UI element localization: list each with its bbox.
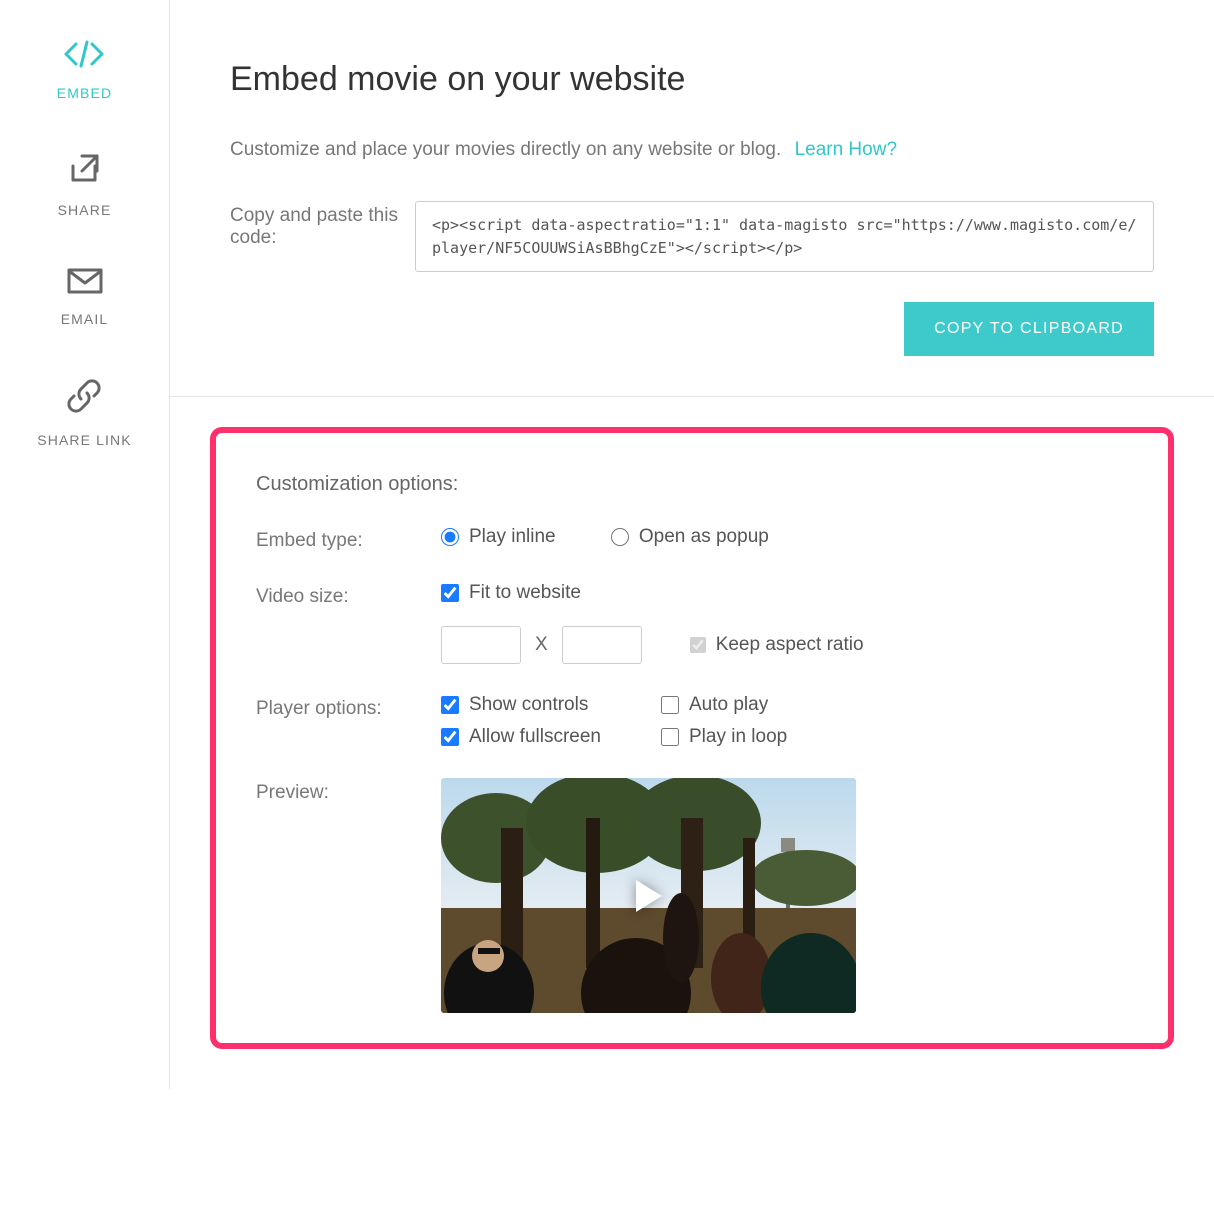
checkbox-show-controls[interactable]: Show controls bbox=[441, 694, 661, 716]
main-content: Embed movie on your website Customize an… bbox=[170, 0, 1214, 1089]
open-popup-radio[interactable] bbox=[611, 528, 629, 546]
sidebar-item-embed[interactable]: EMBED bbox=[57, 40, 112, 101]
embed-icon bbox=[63, 40, 105, 73]
video-preview[interactable] bbox=[441, 778, 856, 1013]
page-subtitle: Customize and place your movies directly… bbox=[230, 139, 1154, 161]
radio-play-inline[interactable]: Play inline bbox=[441, 526, 556, 548]
external-link-icon bbox=[68, 151, 102, 190]
checkbox-fit-to-website[interactable]: Fit to website bbox=[441, 582, 581, 604]
sidebar-item-label: SHARE bbox=[58, 202, 112, 218]
learn-how-link[interactable]: Learn How? bbox=[795, 139, 897, 160]
play-icon[interactable] bbox=[636, 880, 662, 912]
sidebar: EMBED SHARE EMAIL bbox=[0, 0, 170, 1089]
height-input[interactable] bbox=[562, 626, 642, 664]
auto-play-checkbox[interactable] bbox=[661, 696, 679, 714]
fit-to-website-checkbox[interactable] bbox=[441, 584, 459, 602]
play-in-loop-checkbox[interactable] bbox=[661, 728, 679, 746]
checkbox-allow-fullscreen[interactable]: Allow fullscreen bbox=[441, 726, 661, 748]
copy-to-clipboard-button[interactable]: COPY TO CLIPBOARD bbox=[904, 302, 1154, 356]
sidebar-item-label: EMBED bbox=[57, 85, 112, 101]
dimension-separator: X bbox=[535, 634, 548, 656]
sidebar-item-label: SHARE LINK bbox=[37, 432, 131, 448]
customization-options-panel: Customization options: Embed type: Play … bbox=[210, 427, 1174, 1049]
sidebar-item-share[interactable]: SHARE bbox=[58, 151, 112, 218]
player-options-label: Player options: bbox=[256, 694, 441, 748]
video-size-label: Video size: bbox=[256, 582, 441, 664]
show-controls-checkbox[interactable] bbox=[441, 696, 459, 714]
checkbox-keep-aspect-ratio[interactable]: Keep aspect ratio bbox=[690, 634, 864, 656]
keep-aspect-ratio-checkbox[interactable] bbox=[690, 637, 706, 653]
preview-label: Preview: bbox=[256, 778, 441, 1013]
sidebar-item-email[interactable]: EMAIL bbox=[61, 268, 109, 327]
customization-options-title: Customization options: bbox=[256, 473, 1128, 496]
embed-type-label: Embed type: bbox=[256, 526, 441, 552]
sidebar-item-share-link[interactable]: SHARE LINK bbox=[37, 377, 131, 448]
sidebar-item-label: EMAIL bbox=[61, 311, 109, 327]
checkbox-auto-play[interactable]: Auto play bbox=[661, 694, 881, 716]
checkbox-play-in-loop[interactable]: Play in loop bbox=[661, 726, 881, 748]
width-input[interactable] bbox=[441, 626, 521, 664]
radio-open-popup[interactable]: Open as popup bbox=[611, 526, 769, 548]
embed-code-box[interactable]: <p><script data-aspectratio="1:1" data-m… bbox=[415, 201, 1154, 272]
copy-code-label: Copy and paste this code: bbox=[230, 201, 415, 272]
page-title: Embed movie on your website bbox=[230, 60, 1154, 99]
link-icon bbox=[65, 377, 103, 420]
play-inline-radio[interactable] bbox=[441, 528, 459, 546]
email-icon bbox=[67, 268, 103, 299]
allow-fullscreen-checkbox[interactable] bbox=[441, 728, 459, 746]
